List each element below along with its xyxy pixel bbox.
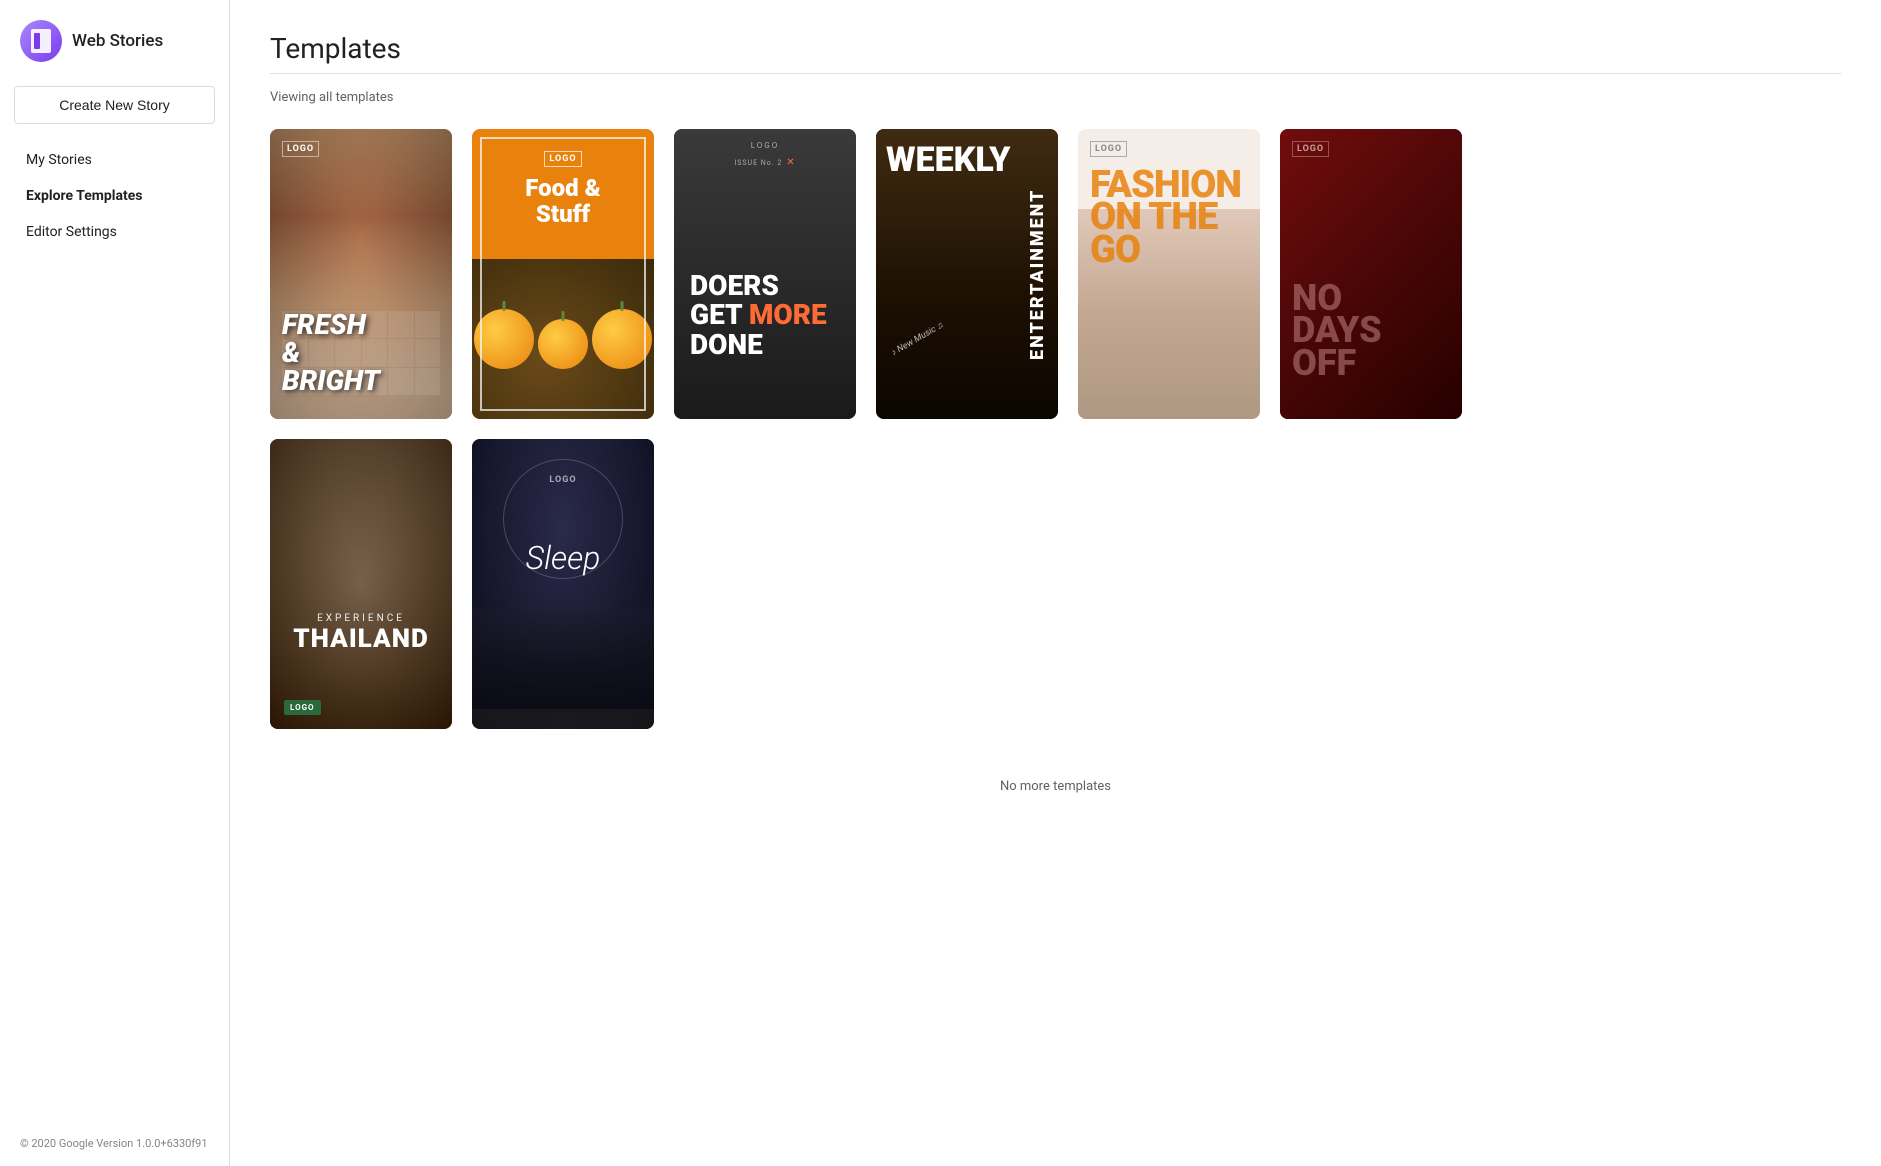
t7-experience: EXPERIENCE (282, 613, 440, 624)
t1-logo: LOGO (282, 141, 319, 157)
t6-title: NODAYSOFF (1292, 282, 1450, 379)
sidebar-item-explore-templates[interactable]: Explore Templates (14, 180, 215, 212)
templates-grid-row2: EXPERIENCE THAILAND LOGO LOGO Sleep (270, 439, 1841, 729)
logo-icon (20, 20, 62, 62)
main-content: Templates Viewing all templates LOGO FRE… (230, 0, 1881, 1166)
app-name: Web Stories (72, 31, 163, 51)
t3-more: MORE (749, 298, 827, 331)
t7-overlay (270, 439, 452, 729)
t4-entertainment: ENTERTAINMENT (1027, 129, 1048, 419)
t8-logo: LOGO (549, 475, 576, 485)
t5-logo: LOGO (1090, 141, 1127, 157)
t8-fade (472, 609, 654, 709)
t7-thailand: THAILAND (282, 624, 440, 654)
t2-logo: LOGO (544, 151, 581, 167)
template-card-sleep[interactable]: LOGO Sleep (472, 439, 654, 729)
t6-logo: LOGO (1292, 141, 1329, 157)
t7-logo: LOGO (284, 700, 321, 715)
t1-title: FRESH&BRIGHT (282, 311, 440, 395)
sidebar: Web Stories Create New Story My Stories … (0, 0, 230, 1166)
template-card-no-days-off[interactable]: LOGO NODAYSOFF (1280, 129, 1462, 419)
page-title: Templates (270, 32, 1841, 65)
create-new-story-button[interactable]: Create New Story (14, 86, 215, 124)
t3-issue-text: ISSUE No. 2 (734, 159, 782, 167)
template-card-thailand[interactable]: EXPERIENCE THAILAND LOGO (270, 439, 452, 729)
template-card-food-stuff[interactable]: LOGO Food &Stuff (472, 129, 654, 419)
t3-issue: ISSUE No. 2 ✕ (734, 157, 795, 168)
sidebar-footer: © 2020 Google Version 1.0.0+6330f91 (0, 1121, 229, 1166)
t2-title: Food &Stuff (525, 175, 601, 228)
t7-label: EXPERIENCE THAILAND (282, 613, 440, 654)
template-card-weekly-entertainment[interactable]: WEEKLY ENTERTAINMENT ♪ New Music ♫ (876, 129, 1058, 419)
t4-weekly: WEEKLY (886, 145, 1048, 176)
template-card-fashion[interactable]: LOGO FASHIONON THEGO (1078, 129, 1260, 419)
sidebar-item-my-stories[interactable]: My Stories (14, 144, 215, 176)
t3-x: ✕ (786, 157, 795, 168)
app-logo-area: Web Stories (0, 0, 229, 86)
t3-logo: LOGO (751, 141, 780, 150)
template-card-fresh-bright[interactable]: LOGO FRESH&BRIGHT (270, 129, 452, 419)
sidebar-nav: Create New Story My Stories Explore Temp… (0, 86, 229, 248)
no-more-templates: No more templates (270, 749, 1841, 814)
templates-grid: LOGO FRESH&BRIGHT LOGO Food &Stuff (270, 129, 1841, 419)
t1-text: FRESH&BRIGHT (282, 311, 440, 395)
t2-inner: LOGO Food &Stuff (480, 137, 646, 411)
sidebar-item-editor-settings[interactable]: Editor Settings (14, 216, 215, 248)
divider (270, 73, 1841, 74)
t8-title: Sleep (484, 539, 642, 577)
template-card-doers[interactable]: LOGO ISSUE No. 2 ✕ DOERSGET MOREDONE (674, 129, 856, 419)
t3-title: DOERSGET MOREDONE (690, 271, 840, 359)
viewing-label: Viewing all templates (270, 90, 1841, 105)
t5-title: FASHIONON THEGO (1090, 169, 1248, 266)
